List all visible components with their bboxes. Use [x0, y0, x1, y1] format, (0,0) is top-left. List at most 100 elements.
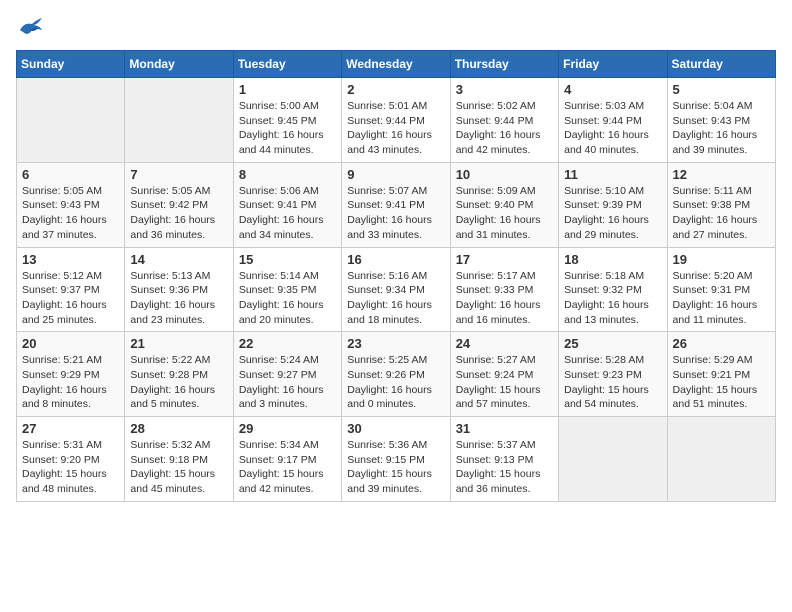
day-number: 10 — [456, 167, 553, 182]
day-info: Sunrise: 5:29 AM Sunset: 9:21 PM Dayligh… — [673, 353, 770, 412]
day-number: 9 — [347, 167, 444, 182]
day-number: 6 — [22, 167, 119, 182]
day-number: 19 — [673, 252, 770, 267]
weekday-header-friday: Friday — [559, 51, 667, 78]
day-cell: 7 Sunrise: 5:05 AM Sunset: 9:42 PM Daylig… — [125, 162, 233, 247]
day-info: Sunrise: 5:18 AM Sunset: 9:32 PM Dayligh… — [564, 269, 661, 328]
day-info: Sunrise: 5:22 AM Sunset: 9:28 PM Dayligh… — [130, 353, 227, 412]
day-cell — [125, 78, 233, 163]
day-cell — [559, 417, 667, 502]
day-cell: 29 Sunrise: 5:34 AM Sunset: 9:17 PM Dayli… — [233, 417, 341, 502]
day-info: Sunrise: 5:27 AM Sunset: 9:24 PM Dayligh… — [456, 353, 553, 412]
day-number: 26 — [673, 336, 770, 351]
day-info: Sunrise: 5:00 AM Sunset: 9:45 PM Dayligh… — [239, 99, 336, 158]
day-number: 27 — [22, 421, 119, 436]
day-number: 13 — [22, 252, 119, 267]
weekday-header-sunday: Sunday — [17, 51, 125, 78]
day-info: Sunrise: 5:32 AM Sunset: 9:18 PM Dayligh… — [130, 438, 227, 497]
day-cell: 24 Sunrise: 5:27 AM Sunset: 9:24 PM Dayli… — [450, 332, 558, 417]
day-cell: 28 Sunrise: 5:32 AM Sunset: 9:18 PM Dayli… — [125, 417, 233, 502]
day-info: Sunrise: 5:17 AM Sunset: 9:33 PM Dayligh… — [456, 269, 553, 328]
day-number: 28 — [130, 421, 227, 436]
day-number: 8 — [239, 167, 336, 182]
day-info: Sunrise: 5:10 AM Sunset: 9:39 PM Dayligh… — [564, 184, 661, 243]
week-row-3: 13 Sunrise: 5:12 AM Sunset: 9:37 PM Dayli… — [17, 247, 776, 332]
day-cell — [17, 78, 125, 163]
day-info: Sunrise: 5:21 AM Sunset: 9:29 PM Dayligh… — [22, 353, 119, 412]
day-cell: 9 Sunrise: 5:07 AM Sunset: 9:41 PM Daylig… — [342, 162, 450, 247]
day-cell: 6 Sunrise: 5:05 AM Sunset: 9:43 PM Daylig… — [17, 162, 125, 247]
day-cell: 2 Sunrise: 5:01 AM Sunset: 9:44 PM Daylig… — [342, 78, 450, 163]
day-number: 7 — [130, 167, 227, 182]
logo-bird-icon — [16, 16, 44, 38]
day-number: 5 — [673, 82, 770, 97]
day-info: Sunrise: 5:05 AM Sunset: 9:43 PM Dayligh… — [22, 184, 119, 243]
header — [16, 16, 776, 38]
day-cell: 1 Sunrise: 5:00 AM Sunset: 9:45 PM Daylig… — [233, 78, 341, 163]
day-info: Sunrise: 5:05 AM Sunset: 9:42 PM Dayligh… — [130, 184, 227, 243]
day-info: Sunrise: 5:02 AM Sunset: 9:44 PM Dayligh… — [456, 99, 553, 158]
day-info: Sunrise: 5:20 AM Sunset: 9:31 PM Dayligh… — [673, 269, 770, 328]
day-cell: 5Sunrise: 5:04 AM Sunset: 9:43 PM Daylig… — [667, 78, 775, 163]
day-cell: 31 Sunrise: 5:37 AM Sunset: 9:13 PM Dayli… — [450, 417, 558, 502]
week-row-4: 20 Sunrise: 5:21 AM Sunset: 9:29 PM Dayli… — [17, 332, 776, 417]
day-cell: 13 Sunrise: 5:12 AM Sunset: 9:37 PM Dayli… — [17, 247, 125, 332]
day-info: Sunrise: 5:14 AM Sunset: 9:35 PM Dayligh… — [239, 269, 336, 328]
day-info: Sunrise: 5:01 AM Sunset: 9:44 PM Dayligh… — [347, 99, 444, 158]
day-number: 3 — [456, 82, 553, 97]
day-cell — [667, 417, 775, 502]
weekday-header-wednesday: Wednesday — [342, 51, 450, 78]
day-cell: 15 Sunrise: 5:14 AM Sunset: 9:35 PM Dayli… — [233, 247, 341, 332]
day-number: 20 — [22, 336, 119, 351]
day-cell: 4 Sunrise: 5:03 AM Sunset: 9:44 PM Daylig… — [559, 78, 667, 163]
day-info: Sunrise: 5:34 AM Sunset: 9:17 PM Dayligh… — [239, 438, 336, 497]
day-cell: 26 Sunrise: 5:29 AM Sunset: 9:21 PM Dayli… — [667, 332, 775, 417]
day-cell: 18 Sunrise: 5:18 AM Sunset: 9:32 PM Dayli… — [559, 247, 667, 332]
day-cell: 20 Sunrise: 5:21 AM Sunset: 9:29 PM Dayli… — [17, 332, 125, 417]
day-info: Sunrise: 5:24 AM Sunset: 9:27 PM Dayligh… — [239, 353, 336, 412]
day-number: 15 — [239, 252, 336, 267]
day-cell: 14 Sunrise: 5:13 AM Sunset: 9:36 PM Dayli… — [125, 247, 233, 332]
day-info: Sunrise: 5:13 AM Sunset: 9:36 PM Dayligh… — [130, 269, 227, 328]
day-number: 24 — [456, 336, 553, 351]
day-cell: 25Sunrise: 5:28 AM Sunset: 9:23 PM Dayli… — [559, 332, 667, 417]
day-cell: 27Sunrise: 5:31 AM Sunset: 9:20 PM Dayli… — [17, 417, 125, 502]
day-cell: 23Sunrise: 5:25 AM Sunset: 9:26 PM Dayli… — [342, 332, 450, 417]
day-cell: 16Sunrise: 5:16 AM Sunset: 9:34 PM Dayli… — [342, 247, 450, 332]
day-info: Sunrise: 5:25 AM Sunset: 9:26 PM Dayligh… — [347, 353, 444, 412]
day-cell: 19 Sunrise: 5:20 AM Sunset: 9:31 PM Dayli… — [667, 247, 775, 332]
weekday-header-row: SundayMondayTuesdayWednesdayThursdayFrid… — [17, 51, 776, 78]
day-number: 25 — [564, 336, 661, 351]
logo — [16, 16, 48, 38]
day-number: 31 — [456, 421, 553, 436]
day-cell: 8Sunrise: 5:06 AM Sunset: 9:41 PM Daylig… — [233, 162, 341, 247]
day-number: 1 — [239, 82, 336, 97]
day-cell: 11 Sunrise: 5:10 AM Sunset: 9:39 PM Dayli… — [559, 162, 667, 247]
weekday-header-saturday: Saturday — [667, 51, 775, 78]
day-info: Sunrise: 5:03 AM Sunset: 9:44 PM Dayligh… — [564, 99, 661, 158]
week-row-5: 27Sunrise: 5:31 AM Sunset: 9:20 PM Dayli… — [17, 417, 776, 502]
day-number: 17 — [456, 252, 553, 267]
day-number: 30 — [347, 421, 444, 436]
day-info: Sunrise: 5:37 AM Sunset: 9:13 PM Dayligh… — [456, 438, 553, 497]
day-cell: 21Sunrise: 5:22 AM Sunset: 9:28 PM Dayli… — [125, 332, 233, 417]
weekday-header-monday: Monday — [125, 51, 233, 78]
day-number: 14 — [130, 252, 227, 267]
day-number: 16 — [347, 252, 444, 267]
day-cell: 22 Sunrise: 5:24 AM Sunset: 9:27 PM Dayli… — [233, 332, 341, 417]
week-row-2: 6 Sunrise: 5:05 AM Sunset: 9:43 PM Daylig… — [17, 162, 776, 247]
day-number: 22 — [239, 336, 336, 351]
day-number: 11 — [564, 167, 661, 182]
weekday-header-thursday: Thursday — [450, 51, 558, 78]
day-info: Sunrise: 5:12 AM Sunset: 9:37 PM Dayligh… — [22, 269, 119, 328]
day-info: Sunrise: 5:09 AM Sunset: 9:40 PM Dayligh… — [456, 184, 553, 243]
day-cell: 12Sunrise: 5:11 AM Sunset: 9:38 PM Dayli… — [667, 162, 775, 247]
day-info: Sunrise: 5:07 AM Sunset: 9:41 PM Dayligh… — [347, 184, 444, 243]
day-number: 4 — [564, 82, 661, 97]
day-info: Sunrise: 5:36 AM Sunset: 9:15 PM Dayligh… — [347, 438, 444, 497]
day-cell: 10 Sunrise: 5:09 AM Sunset: 9:40 PM Dayli… — [450, 162, 558, 247]
day-cell: 17 Sunrise: 5:17 AM Sunset: 9:33 PM Dayli… — [450, 247, 558, 332]
day-number: 18 — [564, 252, 661, 267]
day-number: 29 — [239, 421, 336, 436]
day-number: 2 — [347, 82, 444, 97]
